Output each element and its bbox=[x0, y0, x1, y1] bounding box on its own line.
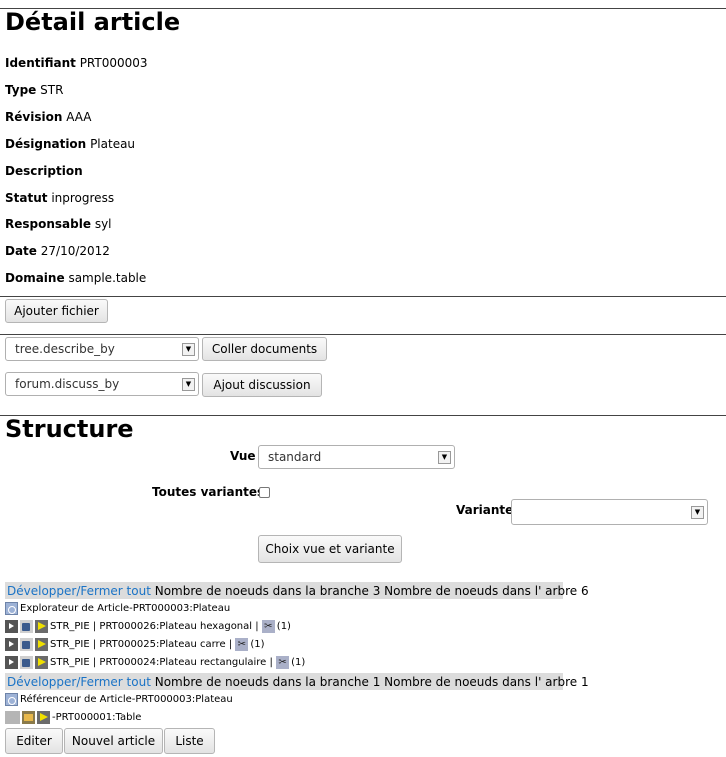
field-identifiant: Identifiant PRT000003 bbox=[5, 56, 148, 70]
edit-button[interactable]: Editer bbox=[5, 728, 63, 754]
open-icon[interactable] bbox=[35, 655, 48, 669]
field-label: Responsable bbox=[5, 217, 91, 231]
scissors-icon[interactable]: ✂ bbox=[261, 619, 275, 633]
tree-node[interactable]: STR_PIE | PRT000024:Plateau rectangulair… bbox=[5, 654, 305, 670]
add-discussion-button[interactable]: Ajout discussion bbox=[202, 373, 322, 397]
tree-node-label: STR_PIE | PRT000024:Plateau rectangulair… bbox=[50, 656, 273, 668]
dropdown-arrow-icon: ▼ bbox=[182, 378, 195, 391]
field-value: AAA bbox=[66, 110, 92, 124]
select-value: forum.discuss_by bbox=[15, 377, 120, 391]
tree-node[interactable]: STR_PIE | PRT000025:Plateau carre | ✂ (1) bbox=[5, 636, 265, 652]
field-value: Plateau bbox=[90, 137, 136, 151]
field-date: Date 27/10/2012 bbox=[5, 244, 110, 258]
referencer-root[interactable]: Référenceur de Article-PRT000003:Plateau bbox=[5, 691, 233, 707]
field-value: STR bbox=[40, 83, 64, 97]
field-label: Identifiant bbox=[5, 56, 76, 70]
expand-icon[interactable] bbox=[5, 655, 18, 669]
tree-node-label: Référenceur de Article-PRT000003:Plateau bbox=[20, 693, 233, 705]
field-type: Type STR bbox=[5, 83, 63, 97]
field-statut: Statut inprogress bbox=[5, 191, 114, 205]
field-label: Type bbox=[5, 83, 37, 97]
node-count: (1) bbox=[291, 656, 306, 668]
dropdown-arrow-icon: ▼ bbox=[691, 506, 704, 519]
scissors-icon[interactable]: ✂ bbox=[235, 637, 249, 651]
add-file-button[interactable]: Ajouter fichier bbox=[5, 299, 108, 323]
list-button[interactable]: Liste bbox=[164, 728, 215, 754]
tree-node-label: STR_PIE | PRT000025:Plateau carre | bbox=[50, 638, 233, 650]
open-icon[interactable] bbox=[35, 637, 48, 651]
part-icon bbox=[20, 637, 33, 651]
referencer-toolbar: Développer/Fermer tout Nombre de noeuds … bbox=[5, 673, 589, 690]
field-label: Description bbox=[5, 164, 83, 178]
choose-view-variant-button[interactable]: Choix vue et variante bbox=[258, 535, 402, 563]
tree-node[interactable]: -PRT000001:Table bbox=[5, 709, 141, 725]
all-variants-label: Toutes variantes bbox=[152, 485, 265, 499]
variant-label: Variante bbox=[456, 503, 514, 517]
select-value: standard bbox=[268, 450, 322, 464]
expand-collapse-all-link[interactable]: Développer/Fermer tout bbox=[7, 675, 151, 689]
dropdown-arrow-icon: ▼ bbox=[438, 451, 451, 464]
field-revision: Révision AAA bbox=[5, 110, 91, 124]
field-value: inprogress bbox=[51, 191, 115, 205]
field-value: syl bbox=[94, 217, 112, 231]
node-count: (1) bbox=[276, 620, 291, 632]
explorer-toolbar: Développer/Fermer tout Nombre de noeuds … bbox=[5, 582, 589, 599]
node-count: (1) bbox=[250, 638, 265, 650]
select-value: tree.describe_by bbox=[15, 342, 115, 356]
field-value: 27/10/2012 bbox=[40, 244, 110, 258]
tree-node[interactable]: STR_PIE | PRT000026:Plateau hexagonal | … bbox=[5, 618, 291, 634]
new-article-button[interactable]: Nouvel article bbox=[64, 728, 163, 754]
tree-node-label: -PRT000001:Table bbox=[52, 711, 142, 723]
spacer-icon bbox=[5, 710, 20, 724]
structure-title: Structure bbox=[5, 415, 134, 443]
divider bbox=[0, 334, 726, 335]
dropdown-arrow-icon: ▼ bbox=[182, 343, 195, 356]
part-icon bbox=[20, 619, 33, 633]
expand-icon[interactable] bbox=[5, 619, 18, 633]
explorer-root[interactable]: Explorateur de Article-PRT000003:Plateau bbox=[5, 600, 230, 616]
tree-node-label: STR_PIE | PRT000026:Plateau hexagonal | bbox=[50, 620, 259, 632]
divider bbox=[0, 296, 726, 297]
folder-icon bbox=[22, 710, 35, 724]
expand-icon[interactable] bbox=[5, 637, 18, 651]
explorer-icon bbox=[5, 601, 18, 615]
field-domaine: Domaine sample.table bbox=[5, 271, 146, 285]
all-variants-checkbox[interactable] bbox=[259, 487, 270, 498]
vue-select[interactable]: standard ▼ bbox=[258, 445, 455, 469]
paste-documents-button[interactable]: Coller documents bbox=[202, 337, 327, 361]
node-count-stats: Nombre de noeuds dans la branche 3 Nombr… bbox=[154, 583, 589, 598]
referencer-icon bbox=[5, 692, 18, 706]
field-responsable: Responsable syl bbox=[5, 217, 112, 231]
node-count-stats: Nombre de noeuds dans la branche 1 Nombr… bbox=[154, 674, 589, 689]
page-title: Détail article bbox=[5, 8, 181, 36]
part-icon bbox=[20, 655, 33, 669]
tree-link-select[interactable]: tree.describe_by ▼ bbox=[5, 337, 199, 361]
field-designation: Désignation Plateau bbox=[5, 137, 135, 151]
field-label: Désignation bbox=[5, 137, 87, 151]
variant-select[interactable]: ▼ bbox=[511, 499, 708, 525]
vue-label: Vue bbox=[230, 449, 256, 463]
field-description: Description bbox=[5, 164, 83, 178]
open-icon[interactable] bbox=[37, 710, 50, 724]
field-label: Révision bbox=[5, 110, 63, 124]
open-icon[interactable] bbox=[35, 619, 48, 633]
expand-collapse-all-link[interactable]: Développer/Fermer tout bbox=[7, 584, 151, 598]
tree-node-label: Explorateur de Article-PRT000003:Plateau bbox=[20, 602, 231, 614]
field-label: Statut bbox=[5, 191, 48, 205]
scissors-icon[interactable]: ✂ bbox=[276, 655, 290, 669]
field-value: sample.table bbox=[68, 271, 147, 285]
field-value: PRT000003 bbox=[79, 56, 148, 70]
field-label: Domaine bbox=[5, 271, 65, 285]
field-label: Date bbox=[5, 244, 37, 258]
forum-link-select[interactable]: forum.discuss_by ▼ bbox=[5, 372, 199, 396]
